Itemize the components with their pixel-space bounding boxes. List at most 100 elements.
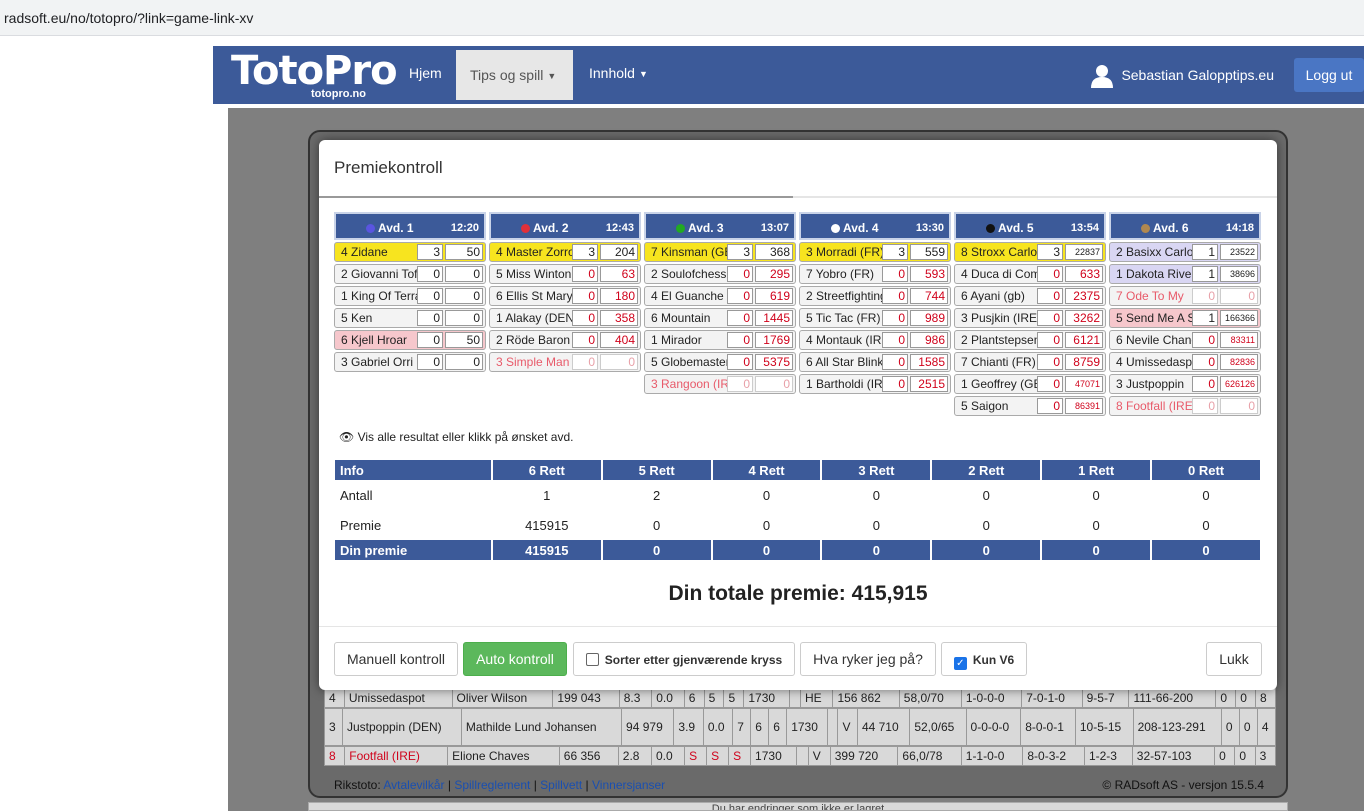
horse-row[interactable]: 3 Morradi (FR) 3 559 (799, 242, 951, 262)
horse-row[interactable]: 2 Soulofchess 0 295 (644, 264, 796, 284)
horse-row[interactable]: 6 Ayani (gb) 0 2375 (954, 286, 1106, 306)
prize-cell: Antall (340, 487, 373, 503)
browser-url-bar[interactable]: radsoft.eu/no/totopro/?link=game-link-xv (0, 0, 1364, 36)
nav-tips-og-spill[interactable]: Tips og spill ▼ (456, 50, 573, 100)
horse-value: 166366 (1220, 310, 1258, 326)
horse-row[interactable]: 6 All Star Blink 0 1585 (799, 352, 951, 372)
user-menu[interactable]: Sebastian Galopptips.eu (1091, 46, 1274, 104)
nav-innhold-label: Innhold (589, 65, 635, 81)
checkbox-icon[interactable] (585, 653, 599, 666)
horse-row[interactable]: 2 Basixx Carlo 1 23522 (1109, 242, 1261, 262)
table-cell: 9-5-7 (1081, 688, 1130, 708)
horse-row[interactable]: 1 Alakay (DEN) 0 358 (489, 308, 641, 328)
horse-row[interactable]: 2 Streetfighting 0 744 (799, 286, 951, 306)
horse-row[interactable]: 7 Ode To My 0 0 (1109, 286, 1261, 306)
horse-row[interactable]: 3 Gabriel Orri 0 0 (334, 352, 486, 372)
horse-row[interactable]: 5 Globemaster 0 5375 (644, 352, 796, 372)
horse-row[interactable]: 6 Kjell Hroar 0 50 (334, 330, 486, 350)
leg-name: Avd. 1 (366, 214, 414, 242)
leg-dot-icon (366, 224, 375, 233)
link-spillreglement[interactable]: Spillreglement (454, 778, 530, 792)
horse-row[interactable]: 1 Geoffrey (GB)047071 (954, 374, 1106, 394)
table-cell: 1730 (750, 746, 798, 766)
horse-count: 0 (1037, 266, 1063, 282)
horse-row[interactable]: 3 Rangoon (IRE)00 (644, 374, 796, 394)
link-vinnersjanser[interactable]: Vinnersjanser (592, 778, 665, 792)
eye-icon: 👁 (339, 430, 355, 444)
nav-innhold[interactable]: Innhold ▼ (575, 46, 662, 100)
horse-row[interactable]: 1 Bartholdi (IRE)02515 (799, 374, 951, 394)
link-avtalevilkar[interactable]: Avtalevilkår (383, 778, 444, 792)
horse-count: 0 (727, 288, 753, 304)
table-cell: 5 (723, 688, 745, 708)
checkbox-checked-icon[interactable]: ✓ (953, 657, 967, 670)
horse-row[interactable]: 3 Pusjkin (IRE) 0 3262 (954, 308, 1106, 328)
horse-count: 0 (882, 332, 908, 348)
horse-count: 0 (1192, 354, 1218, 370)
horse-row[interactable]: 4 Umissedaspot082836 (1109, 352, 1261, 372)
horse-row[interactable]: 4 Duca di Como0633 (954, 264, 1106, 284)
horse-row[interactable]: 7 Kinsman (GER)3368 (644, 242, 796, 262)
horse-row[interactable]: 6 Mountain 0 1445 (644, 308, 796, 328)
horse-row[interactable]: 6 Ellis St Mary 0 180 (489, 286, 641, 306)
prize-cell: 0 (1202, 517, 1210, 533)
leg-header[interactable]: Avd. 1 12:20 (334, 212, 486, 240)
table-cell: 32-57-103 (1131, 746, 1216, 766)
horse-name: 3 Simple Man (496, 355, 570, 369)
manuell-kontroll-button[interactable]: Manuell kontroll (334, 642, 458, 676)
horse-row[interactable]: 5 Saigon 0 86391 (954, 396, 1106, 416)
horse-row[interactable]: 3 Simple Man 0 0 (489, 352, 641, 372)
horse-row[interactable]: 4 Zidane 3 50 (334, 242, 486, 262)
table-cell: Oliver Wilson (451, 688, 554, 708)
horse-row[interactable]: 3 Justpoppin 0 626126 (1109, 374, 1261, 394)
horse-row[interactable]: 5 Miss Winton 0 63 (489, 264, 641, 284)
nav-hjem[interactable]: Hjem (395, 46, 456, 100)
horse-value: 23522 (1220, 244, 1258, 260)
horse-row[interactable]: 1 King Of Terra 0 0 (334, 286, 486, 306)
leg-header[interactable]: Avd. 3 13:07 (644, 212, 796, 240)
auto-kontroll-button[interactable]: Auto kontroll (463, 642, 567, 676)
prize-cell: 0 (872, 487, 881, 503)
table-cell: 6 (768, 708, 788, 746)
horse-row[interactable]: 5 Send Me A Sign1166366 (1109, 308, 1261, 328)
horse-row[interactable]: 8 Footfall (IRE) 0 0 (1109, 396, 1261, 416)
table-cell: 6 (683, 688, 705, 708)
horse-name: 2 Plantstepsen (961, 333, 1037, 347)
horse-row[interactable]: 4 Master Zorro 3 204 (489, 242, 641, 262)
horse-row[interactable]: 5 Ken 0 0 (334, 308, 486, 328)
horse-row[interactable]: 4 El Guanche 0 619 (644, 286, 796, 306)
hva-ryker-button[interactable]: Hva ryker jeg på? (800, 642, 936, 676)
logout-button[interactable]: Logg ut (1294, 58, 1364, 92)
leg-name: Avd. 3 (676, 214, 724, 242)
horse-row[interactable]: 2 Plantstepsen 0 6121 (954, 330, 1106, 350)
leg-header[interactable]: Avd. 6 14:18 (1109, 212, 1261, 240)
horse-count: 0 (727, 376, 753, 392)
horse-row[interactable]: 7 Chianti (FR) 0 8759 (954, 352, 1106, 372)
sorter-checkbox[interactable]: Sorter etter gjenværende kryss (573, 642, 795, 676)
horse-row[interactable]: 8 Stroxx Carlo 3 22837 (954, 242, 1106, 262)
table-cell: Umissedaspot (343, 688, 453, 708)
horse-row[interactable]: 6 Nevile Chance083311 (1109, 330, 1261, 350)
vis-alle-link[interactable]: 👁 Vis alle resultat eller klikk på ønske… (339, 430, 573, 444)
horse-row[interactable]: 2 Giovanni Toffoli00 (334, 264, 486, 284)
horse-count: 0 (882, 310, 908, 326)
horse-value: 559 (910, 244, 948, 260)
horse-row[interactable]: 2 Röde Baron 0 404 (489, 330, 641, 350)
leg-column: Avd. 5 13:54 8 Stroxx Carlo 3 22837 4 Duca di… (954, 212, 1106, 416)
leg-header[interactable]: Avd. 2 12:43 (489, 212, 641, 240)
horse-row[interactable]: 4 Montauk (IRE)0986 (799, 330, 951, 350)
table-cell: 2.8 (617, 746, 652, 766)
horse-row[interactable]: 5 Tic Tac (FR) 0 989 (799, 308, 951, 328)
table-cell: 0 (1220, 708, 1240, 746)
table-cell (796, 746, 809, 766)
lukk-button[interactable]: Lukk (1206, 642, 1262, 676)
horse-row[interactable]: 1 Dakota River 1 38696 (1109, 264, 1261, 284)
leg-header[interactable]: Avd. 4 13:30 (799, 212, 951, 240)
prize-header: 0 Rett (1151, 460, 1262, 480)
leg-header[interactable]: Avd. 5 13:54 (954, 212, 1106, 240)
kun-v6-checkbox[interactable]: ✓ Kun V6 (941, 642, 1027, 676)
link-spillvett[interactable]: Spillvett (540, 778, 582, 792)
progress-divider (319, 196, 793, 198)
horse-row[interactable]: 7 Yobro (FR) 0 593 (799, 264, 951, 284)
horse-row[interactable]: 1 Mirador 0 1769 (644, 330, 796, 350)
